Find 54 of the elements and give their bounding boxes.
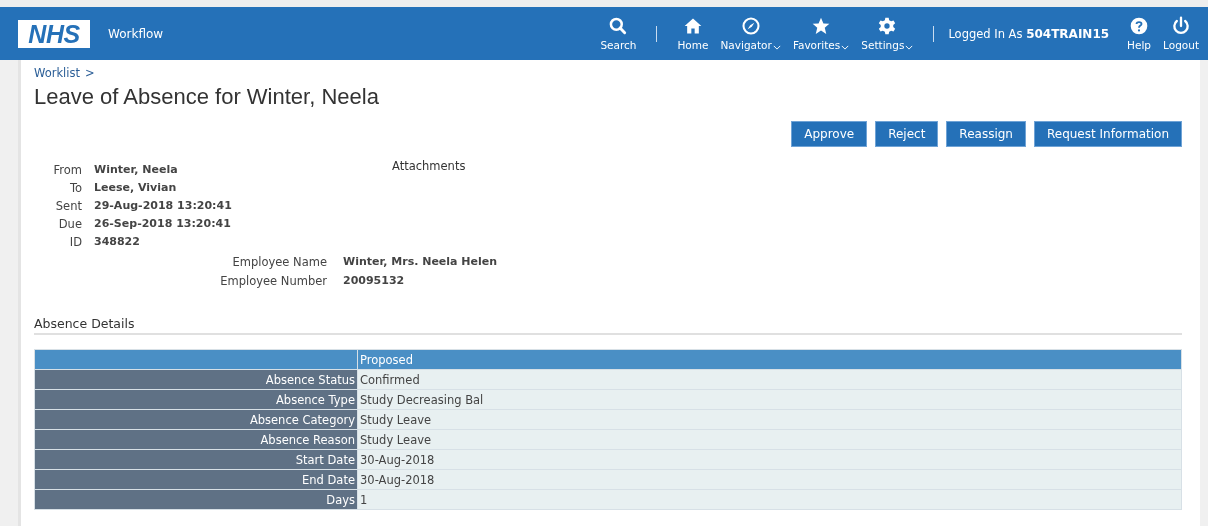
table-cell: Study Leave xyxy=(357,429,1182,450)
nhs-logo[interactable]: NHS xyxy=(18,19,90,48)
page-title: Leave of Absence for Winter, Neela xyxy=(34,83,380,111)
row-label: Absence Status xyxy=(34,369,358,390)
field-value: Leese, Vivian xyxy=(94,181,178,195)
field-value: 20095132 xyxy=(343,274,406,288)
table-cell: 1 xyxy=(357,489,1182,510)
field-label: Due xyxy=(57,217,82,231)
row-label: End Date xyxy=(34,469,358,490)
nav-logout-button[interactable]: Logout xyxy=(1157,16,1205,51)
field-value: Winter, Neela xyxy=(94,163,179,177)
field-value: 348822 xyxy=(94,235,141,249)
field-value: 26-Sep-2018 13:20:41 xyxy=(94,217,232,231)
compass-icon xyxy=(740,16,761,36)
field-label: Sent xyxy=(54,199,82,213)
column-header: Proposed xyxy=(357,349,1182,370)
logged-in-user: Logged In As 504TRAIN15 xyxy=(948,26,1110,41)
table-cell: 30-Aug-2018 xyxy=(357,449,1182,470)
field-value: 29-Aug-2018 13:20:41 xyxy=(94,199,233,213)
field-label: To xyxy=(68,181,82,195)
request-information-button[interactable]: Request Information xyxy=(1033,121,1182,147)
nav-settings-button[interactable]: Settings xyxy=(855,16,920,51)
row-label: Days xyxy=(34,489,358,510)
nav-navigator-button[interactable]: Navigator xyxy=(714,16,787,51)
row-label: Start Date xyxy=(34,449,358,470)
power-icon xyxy=(1171,16,1191,36)
row-label: Absence Category xyxy=(34,409,358,430)
question-mark-icon xyxy=(1129,16,1150,36)
field-label: Employee Number xyxy=(219,274,327,288)
reject-button[interactable]: Reject xyxy=(875,121,939,147)
table-cell: Confirmed xyxy=(357,369,1182,390)
nav-favorites-button[interactable]: Favorites xyxy=(786,16,856,51)
nav-home-button[interactable]: Home xyxy=(671,16,715,51)
field-label: ID xyxy=(68,235,82,249)
table-cell: 30-Aug-2018 xyxy=(357,469,1182,490)
breadcrumb-link[interactable]: Worklist xyxy=(34,66,80,80)
search-icon xyxy=(608,16,629,36)
app-title: Workflow xyxy=(108,26,164,41)
field-label: Employee Name xyxy=(231,255,327,269)
house-icon xyxy=(682,16,703,36)
field-label: From xyxy=(52,163,82,177)
attachments-label: Attachments xyxy=(392,159,466,175)
reassign-button[interactable]: Reassign xyxy=(946,121,1026,147)
breadcrumb-separator: > xyxy=(85,66,95,80)
row-label: Absence Reason xyxy=(34,429,358,450)
nav-help-button[interactable]: Help xyxy=(1121,16,1158,51)
table-cell: Study Leave xyxy=(357,409,1182,430)
section-title: Absence Details xyxy=(34,316,1182,335)
nav-search-button[interactable]: Search xyxy=(594,16,643,51)
field-value: Winter, Mrs. Neela Helen xyxy=(343,255,499,269)
table-cell: Study Decreasing Bal xyxy=(357,389,1182,410)
settings-icon xyxy=(877,16,898,36)
row-label: Absence Type xyxy=(34,389,358,410)
approve-button[interactable]: Approve xyxy=(791,121,868,147)
